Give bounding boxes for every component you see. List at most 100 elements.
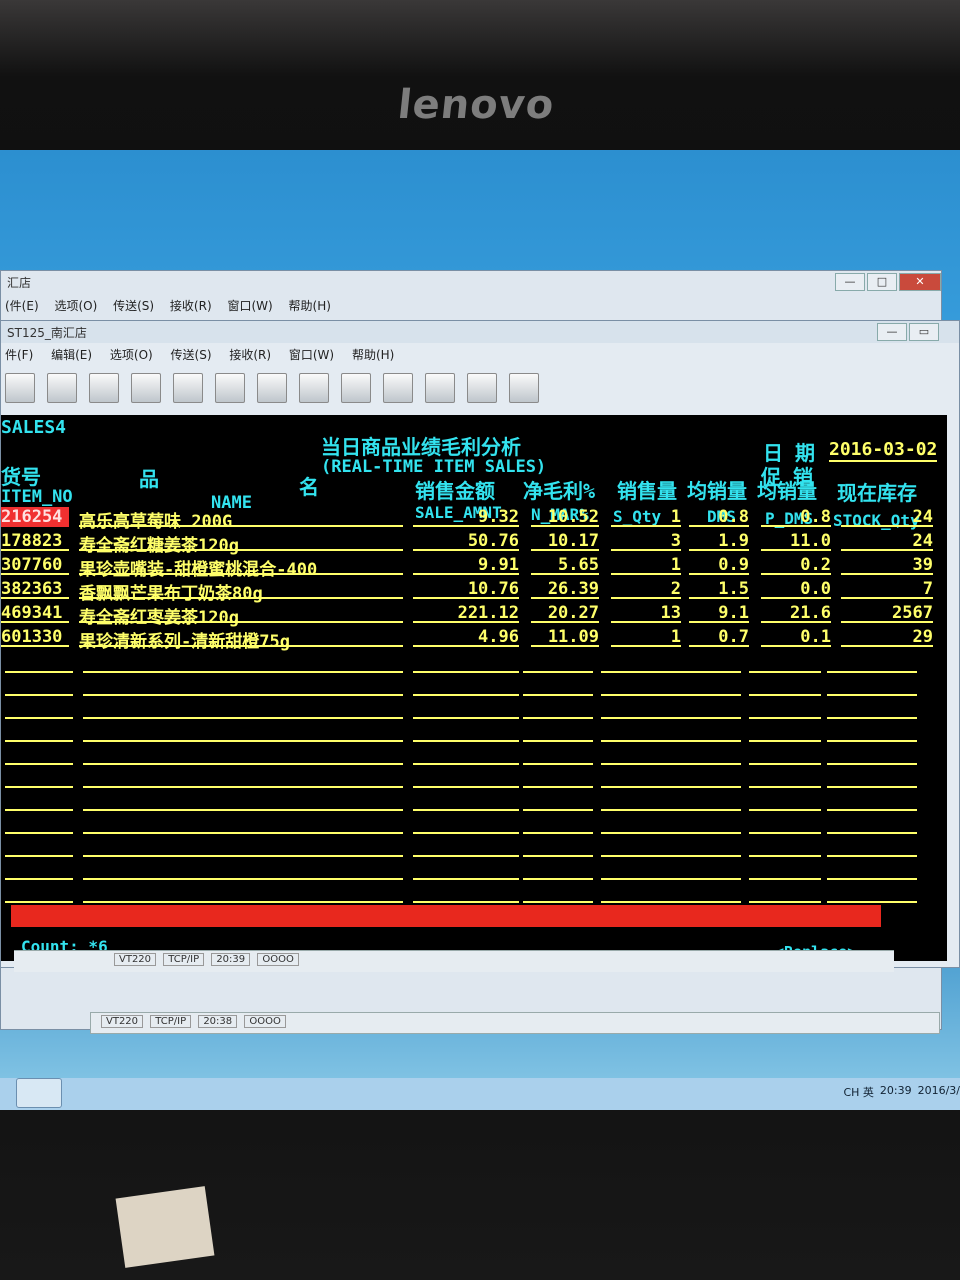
capture-icon[interactable] — [89, 373, 119, 403]
empty-field[interactable] — [523, 768, 593, 788]
phone-icon[interactable] — [173, 373, 203, 403]
empty-field[interactable] — [523, 814, 593, 834]
menu-receive[interactable]: 接收(R) — [229, 348, 271, 362]
empty-field[interactable] — [83, 676, 403, 696]
empty-field[interactable] — [827, 676, 917, 696]
empty-field[interactable] — [749, 745, 821, 765]
empty-field[interactable] — [827, 791, 917, 811]
menu-edit[interactable]: 编辑(E) — [51, 348, 92, 362]
empty-field[interactable] — [5, 699, 73, 719]
empty-field[interactable] — [5, 814, 73, 834]
empty-field[interactable] — [5, 653, 73, 673]
empty-field[interactable] — [83, 745, 403, 765]
menu-options[interactable]: 选项(O) — [54, 299, 97, 313]
disconnect-icon[interactable] — [215, 373, 245, 403]
minimize-button[interactable]: — — [835, 273, 865, 291]
empty-field[interactable] — [83, 837, 403, 857]
empty-field[interactable] — [5, 860, 73, 880]
table-row[interactable]: 216254 高乐高草莓味 200G 9.32 10.52 1 0.8 0.8 … — [1, 507, 947, 532]
empty-field[interactable] — [679, 722, 741, 742]
empty-field[interactable] — [413, 699, 519, 719]
empty-field[interactable] — [601, 837, 681, 857]
empty-field[interactable] — [413, 837, 519, 857]
empty-field[interactable] — [601, 722, 681, 742]
keyboard-icon[interactable] — [467, 373, 497, 403]
menu-send[interactable]: 传送(S) — [113, 299, 154, 313]
empty-field[interactable] — [679, 676, 741, 696]
empty-field[interactable] — [83, 653, 403, 673]
table-row[interactable]: 382363 香飘飘芒果布丁奶茶80g 10.76 26.39 2 1.5 0.… — [1, 579, 947, 604]
input-method[interactable]: CH 英 — [843, 1084, 873, 1100]
empty-field[interactable] — [5, 722, 73, 742]
table-row[interactable]: 178823 寿全斋红糖姜茶120g 50.76 10.17 3 1.9 11.… — [1, 531, 947, 556]
empty-field[interactable] — [413, 791, 519, 811]
empty-field[interactable] — [601, 791, 681, 811]
clock-time[interactable]: 20:39 — [880, 1084, 912, 1100]
empty-field[interactable] — [679, 837, 741, 857]
empty-field[interactable] — [413, 860, 519, 880]
empty-field[interactable] — [749, 722, 821, 742]
empty-field[interactable] — [827, 837, 917, 857]
empty-field[interactable] — [523, 676, 593, 696]
empty-field[interactable] — [413, 745, 519, 765]
layout-icon[interactable] — [299, 373, 329, 403]
empty-field[interactable] — [413, 653, 519, 673]
terminal-app-icon[interactable] — [16, 1078, 62, 1108]
empty-field[interactable] — [827, 814, 917, 834]
empty-field[interactable] — [83, 722, 403, 742]
empty-field[interactable] — [83, 768, 403, 788]
empty-field[interactable] — [601, 653, 681, 673]
empty-field[interactable] — [827, 745, 917, 765]
empty-field[interactable] — [413, 768, 519, 788]
menu-file[interactable]: (件(E) — [5, 299, 39, 313]
menu-receive[interactable]: 接收(R) — [170, 299, 212, 313]
empty-field[interactable] — [679, 883, 741, 903]
empty-field[interactable] — [5, 883, 73, 903]
empty-field[interactable] — [749, 860, 821, 880]
paste-icon[interactable] — [47, 373, 77, 403]
empty-field[interactable] — [413, 722, 519, 742]
empty-field[interactable] — [679, 860, 741, 880]
empty-field[interactable] — [749, 768, 821, 788]
font-icon[interactable] — [383, 373, 413, 403]
table-row[interactable]: 307760 果珍壶嘴装-甜橙蜜桃混合-400 9.91 5.65 1 0.9 … — [1, 555, 947, 580]
empty-field[interactable] — [523, 837, 593, 857]
menu-window[interactable]: 窗口(W) — [227, 299, 272, 313]
menu-file[interactable]: 件(F) — [5, 348, 33, 362]
copy-icon[interactable] — [5, 373, 35, 403]
empty-field[interactable] — [827, 653, 917, 673]
empty-field[interactable] — [83, 699, 403, 719]
empty-field[interactable] — [601, 768, 681, 788]
empty-field[interactable] — [413, 883, 519, 903]
printer-setup-icon[interactable] — [341, 373, 371, 403]
empty-field[interactable] — [523, 745, 593, 765]
table-row[interactable]: 601330 果珍清新系列-清新甜橙75g 4.96 11.09 1 0.7 0… — [1, 627, 947, 652]
restore-button[interactable]: ▭ — [909, 323, 939, 341]
empty-field[interactable] — [523, 791, 593, 811]
empty-field[interactable] — [749, 837, 821, 857]
empty-field[interactable] — [749, 883, 821, 903]
empty-field[interactable] — [827, 768, 917, 788]
empty-field[interactable] — [413, 814, 519, 834]
empty-field[interactable] — [679, 745, 741, 765]
empty-field[interactable] — [679, 699, 741, 719]
empty-field[interactable] — [413, 676, 519, 696]
empty-field[interactable] — [83, 814, 403, 834]
close-button[interactable]: ✕ — [899, 273, 941, 291]
maximize-button[interactable]: □ — [867, 273, 897, 291]
empty-field[interactable] — [827, 860, 917, 880]
empty-field[interactable] — [83, 860, 403, 880]
empty-field[interactable] — [679, 814, 741, 834]
empty-field[interactable] — [523, 653, 593, 673]
empty-field[interactable] — [679, 653, 741, 673]
empty-field[interactable] — [83, 791, 403, 811]
empty-field[interactable] — [749, 814, 821, 834]
empty-field[interactable] — [679, 768, 741, 788]
empty-field[interactable] — [83, 883, 403, 903]
chart-icon[interactable] — [509, 373, 539, 403]
table-row[interactable]: 469341 寿全斋红枣姜茶120g 221.12 20.27 13 9.1 2… — [1, 603, 947, 628]
minimize-button[interactable]: — — [877, 323, 907, 341]
display-icon[interactable] — [425, 373, 455, 403]
empty-field[interactable] — [749, 676, 821, 696]
empty-field[interactable] — [601, 883, 681, 903]
